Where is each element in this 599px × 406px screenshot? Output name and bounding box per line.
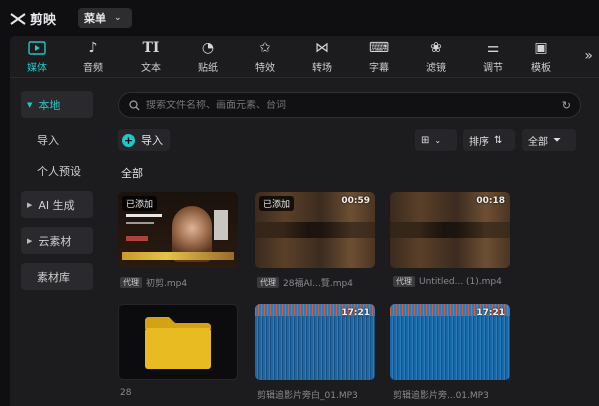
media-card[interactable]: 已添加 00:59 <box>255 192 375 268</box>
adjust-icon: ⚌ <box>486 40 500 56</box>
tab-label: 调节 <box>483 63 503 74</box>
tab-sticker[interactable]: ◔ 贴纸 <box>183 39 233 75</box>
tab-effects[interactable]: ✩ 特效 <box>240 39 290 75</box>
sidebar-item-cloud-assets[interactable]: ▶ 云素材 <box>21 227 93 254</box>
effects-icon: ✩ <box>259 40 271 56</box>
media-card[interactable]: 17:21 <box>255 304 375 380</box>
media-card[interactable] <box>118 304 238 380</box>
media-filename: 28 <box>120 388 132 398</box>
sidebar-item-asset-library[interactable]: 素材库 <box>21 263 93 290</box>
media-panel: 媒体 ♪ 音频 TI 文本 ◔ 贴纸 ✩ 特效 ⋈ 转场 ⌨ 字幕 ❀ 滤镜 ⚌… <box>10 36 599 406</box>
triangle-right-icon: ▶ <box>27 236 33 245</box>
added-badge: 已添加 <box>122 196 158 211</box>
sidebar-item-label: 本地 <box>38 98 61 112</box>
filter-all-button[interactable]: 全部 ⏷ <box>522 129 576 151</box>
sort-button[interactable]: 排序 ⇅ <box>463 129 515 151</box>
sidebar-item-label: 素材库 <box>37 270 70 284</box>
text-icon: TI <box>142 40 160 56</box>
funnel-icon: ⏷ <box>553 134 561 146</box>
proxy-tag: 代理 <box>257 277 279 288</box>
subtitle-icon: ⌨ <box>368 40 390 56</box>
tab-label: 滤镜 <box>426 63 446 74</box>
sidebar-item-import[interactable]: 导入 <box>37 132 59 148</box>
media-caption: 代理 初剪.mp4 <box>120 276 187 289</box>
filter-label: 全部 <box>528 136 548 148</box>
sidebar-item-label: 云素材 <box>38 234 72 248</box>
duration-label: 17:21 <box>341 308 370 318</box>
triangle-right-icon: ▶ <box>27 200 33 209</box>
tool-tabs: 媒体 ♪ 音频 TI 文本 ◔ 贴纸 ✩ 特效 ⋈ 转场 ⌨ 字幕 ❀ 滤镜 ⚌… <box>10 36 599 78</box>
view-toggle[interactable]: ⊞ ⌄ <box>415 129 457 151</box>
triangle-down-icon: ▼ <box>27 100 33 109</box>
capcut-logo-icon <box>10 12 26 25</box>
tab-label: 贴纸 <box>198 63 218 74</box>
audio-icon: ♪ <box>88 40 98 56</box>
import-button[interactable]: + 导入 <box>118 129 170 151</box>
transition-icon: ⋈ <box>315 40 329 56</box>
tab-label: 媒体 <box>27 63 47 74</box>
sort-label: 排序 <box>469 136 489 148</box>
tab-text[interactable]: TI 文本 <box>126 39 176 75</box>
media-filename: 初剪.mp4 <box>146 279 188 289</box>
media-caption: 代理 Untitled... (1).mp4 <box>393 276 502 287</box>
sidebar-item-ai-generate[interactable]: ▶ AI 生成 <box>21 191 93 218</box>
tab-transition[interactable]: ⋈ 转场 <box>297 39 347 75</box>
media-filename: 剪辑追影片旁...01.MP3 <box>393 391 489 401</box>
media-card[interactable]: 00:18 <box>390 192 510 268</box>
tab-media[interactable]: 媒体 <box>12 39 62 75</box>
menu-label: 菜单 <box>84 12 106 25</box>
title-bar: 剪映 菜单 ⌄ <box>0 0 599 36</box>
tab-template[interactable]: ▣ 模板 <box>524 39 558 75</box>
media-icon <box>28 39 46 57</box>
plus-icon: + <box>122 133 135 147</box>
media-caption: 剪辑追影片旁白_01.MP3 <box>257 388 358 401</box>
tab-label: 转场 <box>312 63 332 74</box>
search-input[interactable] <box>146 99 546 111</box>
tab-filter[interactable]: ❀ 滤镜 <box>411 39 461 75</box>
tab-label: 文本 <box>141 63 161 74</box>
proxy-tag: 代理 <box>120 277 142 288</box>
sidebar-item-personal-presets[interactable]: 个人预设 <box>37 163 81 179</box>
app-logo: 剪映 <box>10 9 56 28</box>
tab-label: 字幕 <box>369 63 389 74</box>
added-badge: 已添加 <box>259 196 295 211</box>
sticker-icon: ◔ <box>201 40 215 56</box>
media-filename: 剪辑追影片旁白_01.MP3 <box>257 391 358 401</box>
chevron-down-icon: ⌄ <box>434 135 442 145</box>
proxy-tag: 代理 <box>393 276 415 287</box>
media-caption: 剪辑追影片旁...01.MP3 <box>393 388 489 401</box>
tab-audio[interactable]: ♪ 音频 <box>68 39 118 75</box>
tab-subtitle[interactable]: ⌨ 字幕 <box>354 39 404 75</box>
duration-label: 17:21 <box>476 308 505 318</box>
media-card[interactable]: 17:21 <box>390 304 510 380</box>
media-caption: 代理 28福AI...覽.mp4 <box>257 276 353 289</box>
grid-view-icon: ⊞ <box>421 134 430 146</box>
duration-label: 00:18 <box>476 196 505 206</box>
folder-icon <box>145 317 211 369</box>
template-icon: ▣ <box>534 40 548 56</box>
duration-label: 00:59 <box>341 196 370 206</box>
search-bar[interactable]: ↻ <box>118 92 581 118</box>
double-chevron-right-icon[interactable]: » <box>584 48 593 64</box>
import-label: 导入 <box>141 134 163 147</box>
chevron-down-icon: ⌄ <box>114 13 122 23</box>
sort-icon: ⇅ <box>494 134 503 146</box>
media-card[interactable]: 已添加 <box>118 192 238 268</box>
sidebar-item-label: AI 生成 <box>38 198 75 212</box>
tab-adjust[interactable]: ⚌ 调节 <box>468 39 518 75</box>
refresh-icon[interactable]: ↻ <box>562 99 571 112</box>
tab-label: 模板 <box>531 63 551 74</box>
tab-label: 特效 <box>255 63 275 74</box>
media-filename: 28福AI...覽.mp4 <box>283 279 353 289</box>
tab-label: 音频 <box>83 63 103 74</box>
menu-button[interactable]: 菜单 ⌄ <box>78 8 132 28</box>
media-filename: Untitled... (1).mp4 <box>419 276 502 287</box>
section-title: 全部 <box>121 167 143 180</box>
app-name: 剪映 <box>30 13 57 28</box>
search-icon <box>129 99 140 110</box>
sidebar-item-local[interactable]: ▼ 本地 <box>21 91 93 118</box>
media-caption: 28 <box>120 388 131 398</box>
filter-icon: ❀ <box>430 40 442 56</box>
